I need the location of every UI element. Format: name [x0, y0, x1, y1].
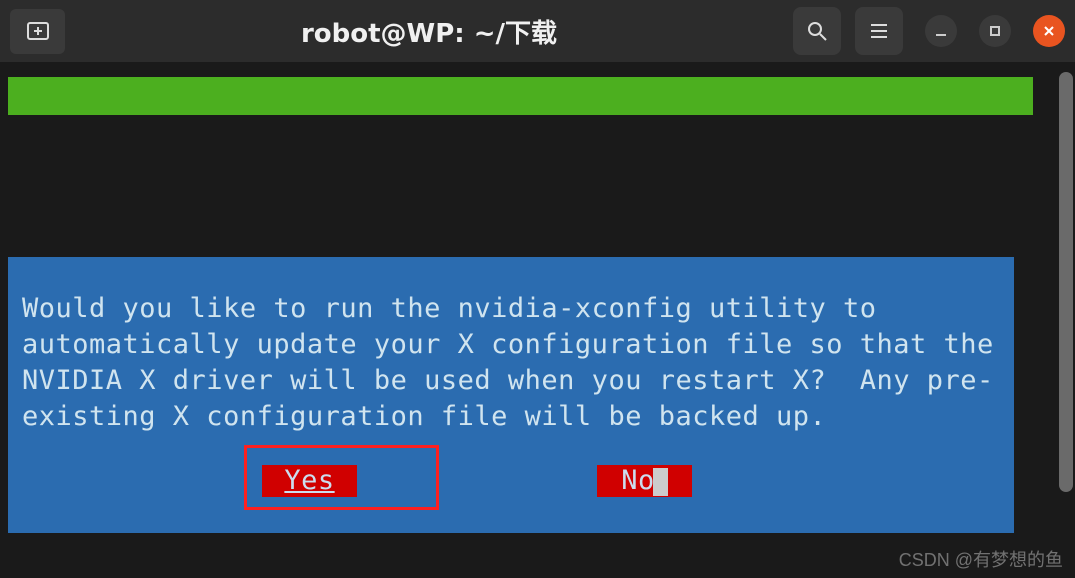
search-icon	[806, 20, 828, 42]
progress-bar	[8, 77, 1033, 115]
vertical-scrollbar[interactable]	[1057, 62, 1075, 578]
yes-button-wrap: Yes	[262, 463, 357, 499]
menu-button[interactable]	[855, 7, 903, 55]
yes-button[interactable]: Yes	[262, 465, 357, 497]
maximize-button[interactable]	[979, 15, 1011, 47]
titlebar-controls	[793, 7, 1065, 55]
terminal-content: Would you like to run the nvidia-xconfig…	[0, 62, 1075, 578]
scrollbar-thumb[interactable]	[1059, 72, 1073, 492]
new-tab-button[interactable]	[10, 9, 65, 54]
no-button[interactable]: No	[597, 465, 692, 497]
new-tab-icon	[25, 20, 51, 42]
hamburger-icon	[869, 23, 889, 39]
watermark-text: CSDN @有梦想的鱼	[899, 546, 1063, 572]
close-button[interactable]	[1033, 15, 1065, 47]
dialog-button-row: Yes No	[22, 463, 1000, 499]
window-titlebar: robot@WP: ~/下载	[0, 0, 1075, 62]
window-title: robot@WP: ~/下载	[65, 13, 793, 50]
nvidia-xconfig-dialog: Would you like to run the nvidia-xconfig…	[8, 257, 1014, 533]
minimize-icon	[934, 24, 948, 38]
no-button-label: No	[621, 465, 655, 496]
maximize-icon	[989, 25, 1001, 37]
close-icon	[1042, 24, 1056, 38]
minimize-button[interactable]	[925, 15, 957, 47]
dialog-message: Would you like to run the nvidia-xconfig…	[22, 291, 1000, 435]
search-button[interactable]	[793, 7, 841, 55]
text-cursor	[653, 468, 668, 496]
